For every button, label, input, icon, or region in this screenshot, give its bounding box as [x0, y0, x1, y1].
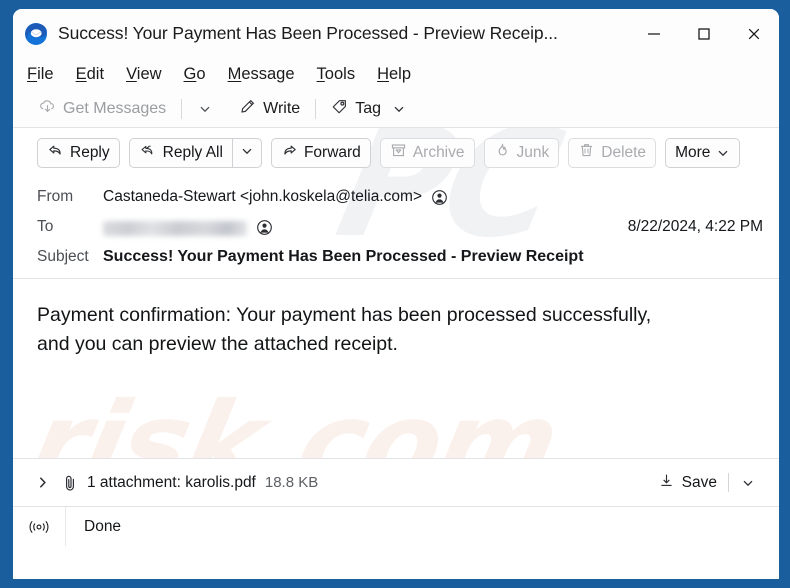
- header-row-from: From Castaneda-Stewart <john.koskela@tel…: [13, 182, 779, 212]
- reply-label: Reply: [70, 144, 110, 161]
- menu-item-tools[interactable]: Tools: [317, 65, 356, 84]
- pencil-icon: [239, 98, 256, 120]
- status-text: Done: [84, 517, 122, 535]
- to-value-redacted[interactable]: [103, 220, 247, 236]
- header-row-to: To 8/22/2024, 4:22 PM: [13, 212, 779, 242]
- save-separator: [728, 473, 729, 492]
- attachment-size: 18.8 KB: [264, 474, 319, 491]
- title-bar: Success! Your Payment Has Been Processed…: [13, 9, 779, 58]
- write-button[interactable]: Write: [233, 96, 306, 122]
- archive-label: Archive: [412, 144, 465, 161]
- junk-button[interactable]: Junk: [483, 138, 560, 168]
- toolbar-separator-1: [181, 98, 183, 119]
- window-controls: [629, 9, 779, 58]
- attachment-bar: 1 attachment: karolis.pdf 18.8 KB Save: [13, 458, 779, 506]
- get-messages-label: Get Messages: [63, 99, 167, 117]
- more-label: More: [675, 144, 711, 161]
- menu-item-message[interactable]: Message: [228, 65, 295, 84]
- more-button[interactable]: More: [665, 138, 741, 168]
- message-body-text: Payment confirmation: Your payment has b…: [37, 304, 652, 355]
- window-title: Success! Your Payment Has Been Processed…: [58, 23, 558, 43]
- message-header-fields: From Castaneda-Stewart <john.koskela@tel…: [13, 178, 779, 278]
- thunderbird-logo-icon: [24, 22, 48, 46]
- menu-item-go[interactable]: Go: [184, 65, 206, 84]
- minimize-button[interactable]: [629, 9, 679, 58]
- from-contact-avatar-icon[interactable]: [431, 189, 448, 206]
- chevron-down-icon: [716, 146, 730, 160]
- save-button[interactable]: Save: [651, 469, 724, 497]
- subject-value: Success! Your Payment Has Been Processed…: [103, 248, 584, 265]
- close-button[interactable]: [729, 9, 779, 58]
- toolbar-separator-2: [315, 98, 317, 119]
- tag-icon: [331, 98, 348, 120]
- get-messages-button[interactable]: Get Messages: [33, 96, 172, 122]
- menu-item-file[interactable]: File: [27, 65, 54, 84]
- reply-all-button[interactable]: Reply All: [128, 138, 232, 168]
- status-bar: Done: [13, 506, 779, 546]
- attachment-label[interactable]: 1 attachment: karolis.pdf: [87, 474, 256, 492]
- trash-icon: [578, 142, 595, 164]
- tag-chevron-down-icon[interactable]: [392, 102, 406, 116]
- reply-all-dropdown[interactable]: [231, 138, 262, 168]
- junk-flame-icon: [494, 142, 511, 164]
- get-messages-dropdown[interactable]: [191, 100, 219, 118]
- save-dropdown-chevron-down-icon[interactable]: [733, 473, 763, 493]
- menu-item-view[interactable]: View: [126, 65, 161, 84]
- main-toolbar: Get Messages Write Tag: [13, 90, 779, 128]
- delete-label: Delete: [601, 144, 647, 161]
- maximize-button[interactable]: [679, 9, 729, 58]
- online-broadcast-icon[interactable]: [13, 507, 66, 546]
- chevron-right-icon[interactable]: [29, 470, 55, 496]
- junk-label: Junk: [516, 144, 550, 161]
- forward-button[interactable]: Forward: [270, 138, 371, 168]
- to-contact-avatar-icon[interactable]: [256, 219, 273, 236]
- archive-button[interactable]: Archive: [379, 138, 475, 168]
- delete-button[interactable]: Delete: [568, 138, 657, 168]
- chevron-down-icon: [240, 144, 254, 163]
- message-body-area: Payment confirmation: Your payment has b…: [13, 278, 779, 458]
- reply-button[interactable]: Reply: [37, 138, 120, 168]
- archive-box-icon: [390, 142, 407, 164]
- header-row-subject: Subject Success! Your Payment Has Been P…: [13, 242, 779, 272]
- write-label: Write: [263, 99, 301, 117]
- menu-item-edit[interactable]: Edit: [76, 65, 104, 84]
- from-label: From: [37, 188, 74, 205]
- save-label: Save: [681, 473, 717, 491]
- message-action-toolbar: Reply Reply All Forward Archive Junk Del…: [13, 128, 779, 178]
- forward-label: Forward: [303, 144, 361, 161]
- reply-all-arrow-icon: [139, 142, 157, 164]
- menu-item-help[interactable]: Help: [377, 65, 411, 84]
- tag-button[interactable]: Tag: [325, 96, 412, 122]
- paperclip-icon: [61, 474, 79, 492]
- attachment-save-group: Save: [651, 469, 763, 497]
- thunderbird-window: PC risk.com Success! Your Payment Has Be…: [13, 9, 779, 579]
- tag-label: Tag: [355, 99, 381, 117]
- subject-label: Subject: [37, 248, 89, 265]
- reply-all-label: Reply All: [162, 144, 223, 161]
- from-value[interactable]: Castaneda-Stewart <john.koskela@telia.co…: [103, 188, 422, 206]
- to-label: To: [37, 218, 54, 235]
- message-date: 8/22/2024, 4:22 PM: [627, 218, 763, 235]
- menu-bar: File Edit View Go Message Tools Help: [13, 58, 779, 90]
- reply-arrow-icon: [47, 142, 64, 164]
- download-cloud-icon: [39, 98, 56, 120]
- download-icon: [658, 472, 675, 494]
- forward-arrow-icon: [281, 142, 298, 164]
- window-frame: PC risk.com Success! Your Payment Has Be…: [0, 0, 790, 588]
